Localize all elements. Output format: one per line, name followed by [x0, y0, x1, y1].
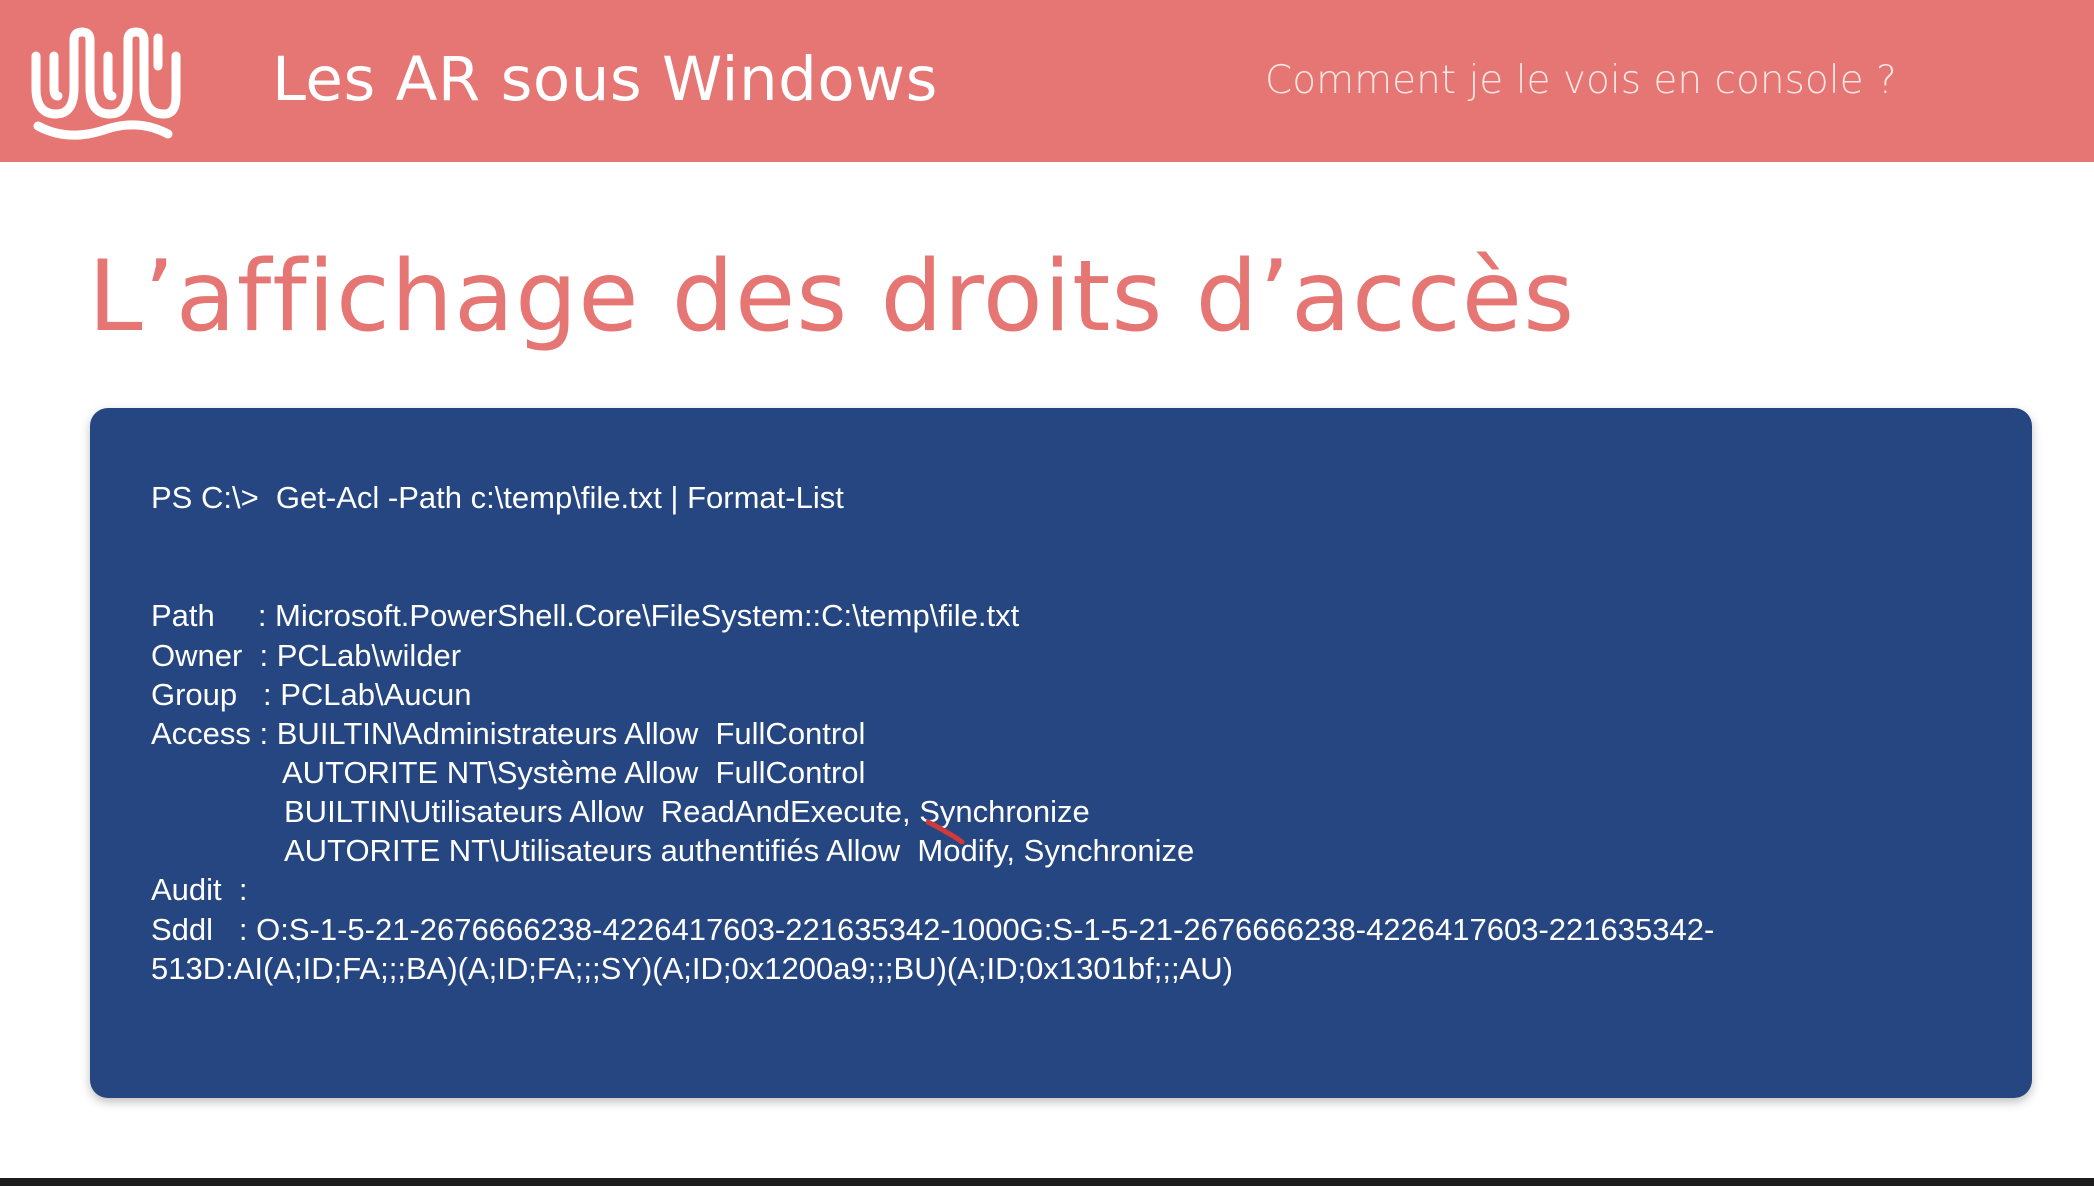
console-access-line: AUTORITE NT\Système Allow FullControl	[282, 755, 866, 790]
console-access-line: AUTORITE NT\Utilisateurs authentifiés Al…	[284, 833, 1195, 868]
console-path-line: Path : Microsoft.PowerShell.Core\FileSys…	[151, 598, 1020, 633]
console-sddl-line: Sddl : O:S-1-5-21-2676666238-4226417603-…	[151, 912, 1715, 947]
console-access-line: BUILTIN\Utilisateurs Allow ReadAndExecut…	[284, 794, 1090, 829]
header-subtitle: Comment je le vois en console ?	[1265, 58, 1897, 103]
slide-title: L’affichage des droits d’accès	[88, 240, 1576, 354]
console-group-line: Group : PCLab\Aucun	[151, 677, 472, 712]
header-title: Les AR sous Windows	[272, 44, 938, 115]
console-command-line: PS C:\> Get-Acl -Path c:\temp\file.txt |…	[151, 480, 844, 515]
console-sddl-line: 513D:AI(A;ID;FA;;;BA)(A;ID;FA;;;SY)(A;ID…	[151, 951, 1233, 986]
wild-code-school-logo-icon	[31, 27, 181, 140]
console-owner-line: Owner : PCLab\wilder	[151, 638, 462, 673]
red-pen-stroke-icon	[926, 819, 965, 844]
slide-header: Les AR sous Windows Comment je le vois e…	[0, 0, 2094, 162]
screen-bottom-edge	[0, 1178, 2094, 1186]
console-audit-line: Audit :	[151, 872, 248, 907]
console-access-line: Access : BUILTIN\Administrateurs Allow F…	[151, 716, 866, 751]
